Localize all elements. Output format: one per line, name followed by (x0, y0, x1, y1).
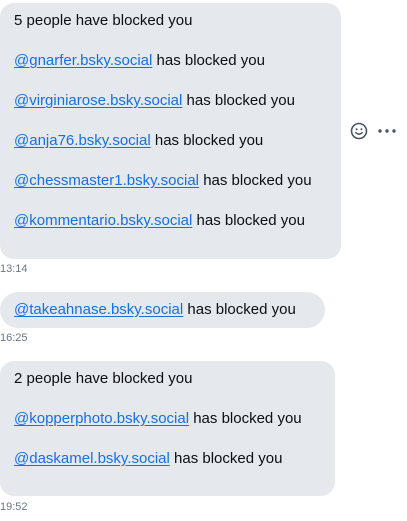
blocked-text: has blocked you (156, 52, 265, 69)
list-item: @takeahnase.bsky.social has blocked you (14, 301, 296, 319)
user-mention-link[interactable]: @chessmaster1.bsky.social (14, 172, 199, 189)
user-mention-link[interactable]: @daskamel.bsky.social (14, 450, 170, 467)
blocked-text: has blocked you (186, 92, 295, 109)
user-mention-link[interactable]: @kommentario.bsky.social (14, 212, 192, 229)
message-timestamp: 16:25 (0, 332, 28, 344)
message-bubble: 5 people have blocked you @gnarfer.bsky.… (0, 3, 341, 259)
blocked-text: has blocked you (187, 301, 296, 318)
user-mention-link[interactable]: @virginiarose.bsky.social (14, 92, 182, 109)
blocked-text: has blocked you (196, 212, 305, 229)
message-bubble: @takeahnase.bsky.social has blocked you (0, 292, 325, 328)
message-timestamp: 19:52 (0, 501, 28, 513)
message-bubble: 2 people have blocked you @kopperphoto.b… (0, 361, 335, 496)
list-item: @anja76.bsky.social has blocked you (14, 132, 263, 150)
list-item: @chessmaster1.bsky.social has blocked yo… (14, 172, 312, 190)
message-thread: 5 people have blocked you @gnarfer.bsky.… (0, 0, 407, 521)
user-mention-link[interactable]: @takeahnase.bsky.social (14, 301, 183, 318)
list-item: @virginiarose.bsky.social has blocked yo… (14, 92, 295, 110)
list-item: @gnarfer.bsky.social has blocked you (14, 52, 265, 70)
blocked-text: has blocked you (154, 132, 264, 149)
blocked-text: has blocked you (193, 410, 302, 427)
user-mention-link[interactable]: @gnarfer.bsky.social (14, 52, 152, 69)
message-timestamp: 13:14 (0, 263, 28, 275)
list-item: @daskamel.bsky.social has blocked you (14, 450, 282, 468)
smiley-face-icon[interactable] (348, 120, 370, 142)
user-mention-link[interactable]: @kopperphoto.bsky.social (14, 410, 189, 427)
list-item: @kopperphoto.bsky.social has blocked you (14, 410, 302, 428)
user-mention-link[interactable]: @anja76.bsky.social (14, 132, 151, 149)
ellipsis-icon[interactable] (376, 120, 398, 142)
message-header: 5 people have blocked you (14, 12, 193, 29)
message-actions (348, 120, 400, 142)
blocked-text: has blocked you (203, 172, 312, 189)
list-item: @kommentario.bsky.social has blocked you (14, 212, 305, 230)
message-header: 2 people have blocked you (14, 370, 193, 387)
blocked-text: has blocked you (174, 450, 283, 467)
